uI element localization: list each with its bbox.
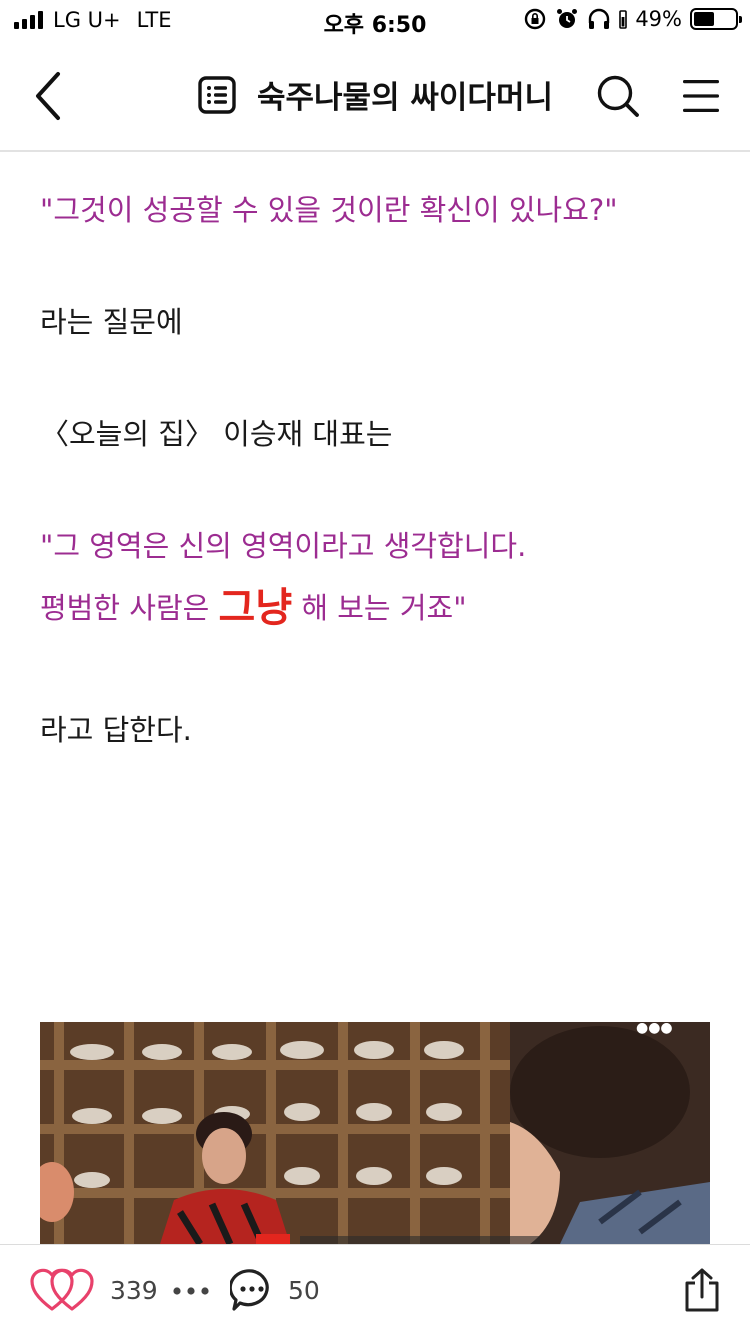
quote-answer-line-1: "그 영역은 신의 영역이라고 생각합니다. [40,529,527,563]
status-bar: LG U+ LTE 오후 6:50 49% [0,0,750,40]
search-icon[interactable] [596,74,640,118]
like-group[interactable]: 339 [30,1267,158,1313]
rotation-lock-icon [525,8,546,30]
app-screen: LG U+ LTE 오후 6:50 49% 숙주나물의 싸이다머니 "그것이 성… [0,0,750,1334]
text-speaker: 〈오늘의 집〉 이승재 대표는 [40,417,393,451]
emphasis-text: 그냥 [218,585,293,631]
text-question-intro: 라는 질문에 [40,305,183,339]
list-doc-icon [198,75,236,114]
bottom-action-bar: 339 50 [0,1244,750,1334]
share-icon[interactable] [682,1267,722,1313]
blog-title: 숙주나물의 싸이다머니 [257,80,553,116]
more-dots-icon[interactable] [172,1285,210,1297]
alarm-icon [557,9,578,28]
quote-answer-part-1: 평범한 사람은 [40,591,219,625]
battery-level [694,12,714,26]
quote-question: "그것이 성공할 수 있을 것이란 확신이 있나요?" [40,193,618,227]
headphones-icon [589,8,610,29]
photo-scene: ●●● [40,1022,710,1244]
text-reply: 라고 답한다. [40,713,192,747]
battery-small-icon [619,10,628,29]
like-count: 339 [110,1275,158,1305]
battery-icon [690,8,742,30]
comment-icon[interactable] [230,1268,274,1312]
article-photo[interactable]: ●●● [40,1022,710,1244]
comment-group[interactable]: 50 [230,1268,320,1312]
status-right: 49% [523,7,742,31]
battery-percent: 49% [635,7,682,31]
quote-answer-part-2: 해 보는 거죠" [292,591,467,625]
comment-count: 50 [288,1275,320,1305]
quote-answer-line-2: 평범한 사람은 그냥 해 보는 거죠" [40,588,467,628]
video-logo: ●●● [636,1022,673,1036]
heart-icon[interactable] [30,1267,94,1313]
app-header: 숙주나물의 싸이다머니 [0,40,750,152]
hamburger-menu-icon[interactable] [682,77,720,115]
